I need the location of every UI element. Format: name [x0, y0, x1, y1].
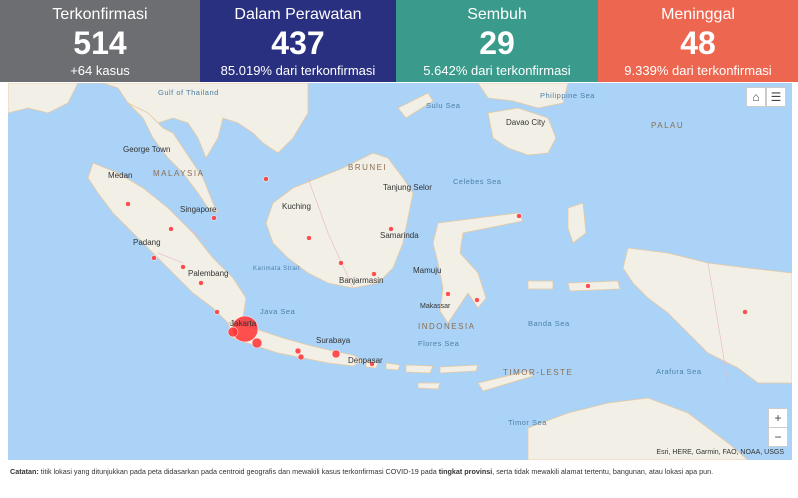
dashboard: Terkonfirmasi 514 +64 kasus Dalam Perawa…: [0, 0, 798, 498]
marker-east-java: [331, 349, 341, 359]
stat-confirmed-sub: +64 kasus: [70, 63, 130, 78]
city-makassar: Makassar: [420, 303, 451, 310]
city-samarinda: Samarinda: [380, 231, 419, 240]
sea-banda: Banda Sea: [528, 319, 570, 328]
sea-karimata: Karimata Strait: [253, 266, 301, 272]
city-medan: Medan: [108, 171, 133, 180]
city-surabaya: Surabaya: [316, 336, 351, 345]
sea-gulf-of-thailand: Gulf of Thailand: [158, 88, 219, 97]
marker-north-sulawesi: [516, 213, 522, 219]
land-papua: [622, 247, 792, 384]
marker-yogyakarta: [297, 353, 305, 361]
sea-flores: Flores Sea: [418, 339, 460, 348]
city-singapore: Singapore: [180, 205, 217, 214]
stat-confirmed-value: 514: [73, 25, 127, 61]
list-button[interactable]: ☰: [766, 87, 786, 107]
marker-riau: [168, 226, 174, 232]
label-palau: PALAU: [651, 121, 685, 130]
footnote-text-1: titik lokasi yang ditunjukkan pada peta …: [38, 467, 439, 476]
stat-treated-label: Dalam Perawatan: [234, 6, 362, 23]
land-buru: [527, 280, 554, 290]
city-mamuju: Mamuju: [413, 266, 442, 275]
city-george-town: George Town: [123, 145, 171, 154]
city-kuching: Kuching: [282, 202, 311, 211]
label-malaysia: MALAYSIA: [153, 169, 205, 178]
map-view[interactable]: MALAYSIA BRUNEI INDONESIA TIMOR-LESTE PA…: [8, 83, 792, 460]
sea-philippine: Philippine Sea: [540, 91, 595, 100]
stat-recovered-sub: 5.642% dari terkonfirmasi: [423, 63, 571, 78]
land-sumatra: [87, 162, 247, 324]
map-attribution: Esri, HERE, Garmin, FAO, NOAA, USGS: [656, 449, 784, 456]
land-seram: [567, 280, 621, 292]
stat-confirmed-label: Terkonfirmasi: [52, 6, 148, 23]
stat-recovered-value: 29: [479, 25, 515, 61]
stat-confirmed: Terkonfirmasi 514 +64 kasus: [0, 0, 200, 82]
marker-jambi: [180, 264, 186, 270]
marker-south-kalimantan: [338, 260, 344, 266]
marker-banten: [227, 326, 239, 338]
city-banjarmasin: Banjarmasin: [339, 276, 384, 285]
stat-recovered-label: Sembuh: [467, 6, 527, 23]
land-sumba: [417, 382, 441, 390]
sea-arafura: Arafura Sea: [656, 367, 702, 376]
label-timor-leste: TIMOR-LESTE: [503, 368, 574, 377]
marker-lampung: [214, 309, 220, 315]
sea-celebes: Celebes Sea: [453, 177, 502, 186]
home-button[interactable]: ⌂: [746, 87, 766, 107]
stat-deaths: Meninggal 48 9.339% dari terkonfirmasi: [598, 0, 798, 82]
stats-bar: Terkonfirmasi 514 +64 kasus Dalam Perawa…: [0, 0, 798, 82]
city-denpasar: Denpasar: [348, 356, 383, 365]
stat-deaths-label: Meninggal: [661, 6, 735, 23]
marker-south-sumatra: [198, 280, 204, 286]
sea-sulu: Sulu Sea: [426, 101, 461, 110]
city-davao: Davao City: [506, 118, 546, 127]
stat-deaths-value: 48: [680, 25, 716, 61]
zoom-out-button[interactable]: −: [768, 427, 788, 447]
marker-west-sumatra: [151, 255, 157, 261]
footnote-prefix: Catatan:: [10, 467, 39, 476]
city-jakarta: Jakarta: [230, 319, 257, 328]
marker-south-sulawesi: [445, 291, 451, 297]
marker-central-kalimantan: [306, 235, 312, 241]
marker-maluku: [585, 283, 591, 289]
footnote-text-2: , serta tidak mewakili alamat tertentu, …: [492, 467, 714, 476]
marker-north-sumatra: [125, 201, 131, 207]
label-indonesia: INDONESIA: [418, 322, 476, 331]
land-mindanao: [487, 107, 557, 156]
stat-recovered: Sembuh 29 5.642% dari terkonfirmasi: [396, 0, 598, 82]
stat-treated-sub: 85.019% dari terkonfirmasi: [220, 63, 376, 78]
city-padang: Padang: [133, 238, 161, 247]
marker-west-java: [251, 337, 263, 349]
marker-central-java: [294, 347, 302, 355]
city-palembang: Palembang: [188, 269, 229, 278]
footnote: Catatan: titik lokasi yang ditunjukkan p…: [10, 466, 790, 477]
marker-southeast-sulawesi: [474, 297, 480, 303]
map-land: [8, 83, 792, 460]
land-flores: [439, 364, 479, 374]
label-brunei: BRUNEI: [348, 163, 388, 172]
stat-deaths-sub: 9.339% dari terkonfirmasi: [624, 63, 772, 78]
land-sumbawa: [405, 364, 434, 374]
stat-treated: Dalam Perawatan 437 85.019% dari terkonf…: [200, 0, 396, 82]
marker-papua: [742, 309, 748, 315]
sea-java: Java Sea: [260, 307, 296, 316]
marker-west-kalimantan: [263, 176, 269, 182]
stat-treated-value: 437: [271, 25, 325, 61]
marker-riau-islands: [211, 215, 217, 221]
city-tanjung-selor: Tanjung Selor: [383, 183, 432, 192]
sea-timor: Timor Sea: [508, 418, 547, 427]
footnote-bold: tingkat provinsi: [438, 467, 493, 476]
zoom-in-button[interactable]: +: [768, 408, 788, 428]
land-lombok: [385, 362, 401, 371]
land-halmahera: [567, 202, 587, 244]
